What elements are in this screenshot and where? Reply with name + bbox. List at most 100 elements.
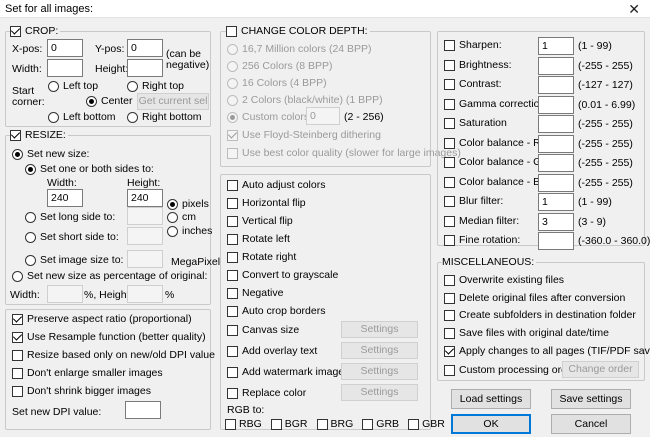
hflip-checkbox[interactable]: Horizontal flip [227,197,306,209]
crop-width-input[interactable] [47,59,83,77]
center-radio-dot[interactable] [86,95,97,107]
watermark-settings-button[interactable]: Settings [341,363,418,380]
long-side-input[interactable] [127,207,163,225]
autocrop-box[interactable] [227,305,238,317]
adjust-row-checkbox[interactable]: Sharpen: [444,39,502,51]
overlay-text-checkbox[interactable]: Add overlay text [227,345,317,357]
inches-radio-dot[interactable] [167,225,178,237]
ypos-input[interactable]: 0 [127,39,163,57]
adjust-row-checkbox[interactable]: Saturation [444,117,507,129]
set-long-side-radio-dot[interactable] [25,211,36,223]
bgr-box[interactable] [270,418,282,430]
replace-settings-button[interactable]: Settings [341,384,418,401]
adjust-row-checkbox[interactable]: Color balance - G: [444,156,544,168]
rbg-box[interactable] [225,418,236,430]
dont-enlarge-box[interactable] [12,367,23,379]
resize-width-input[interactable]: 240 [47,189,83,207]
canvas-size-box[interactable] [227,324,238,336]
auto-adjust-checkbox[interactable]: Auto adjust colors [227,179,325,191]
replace-color-box[interactable] [227,387,238,399]
grb-box[interactable] [362,418,374,430]
color-depth-checkbox[interactable] [226,26,237,37]
short-side-input[interactable] [127,227,163,245]
right-bottom-radio-dot[interactable] [127,111,138,123]
brg-box[interactable] [316,418,328,430]
c4-radio-dot[interactable] [227,77,238,89]
adjust-row-input[interactable] [538,57,574,75]
xpos-input[interactable]: 0 [47,39,83,57]
crop-checkbox[interactable] [10,26,21,37]
adjust-row-box[interactable] [444,137,455,149]
adjust-row-box[interactable] [444,234,455,246]
c24-radio-dot[interactable] [227,43,238,55]
pixels-radio-dot[interactable] [167,198,178,210]
autocrop-checkbox[interactable]: Auto crop borders [227,305,325,317]
percentage-radio-dot[interactable] [12,270,23,282]
vflip-box[interactable] [227,215,238,227]
c8-radio-dot[interactable] [227,60,238,72]
crop-height-input[interactable] [127,59,163,77]
resize-checkbox[interactable] [10,130,21,141]
negative-box[interactable] [227,287,238,299]
c24-radio[interactable]: 16,7 Million colors (24 BPP) [227,43,372,55]
pixels-radio[interactable]: pixels [167,198,209,210]
adjust-row-box[interactable] [444,117,455,129]
c8-radio[interactable]: 256 Colors (8 BPP) [227,60,332,72]
adjust-row-box[interactable] [444,39,455,51]
save-date-box[interactable] [444,327,455,339]
delete-original-checkbox[interactable]: Delete original files after conversion [444,292,625,304]
close-icon[interactable]: ✕ [628,0,640,18]
right-bottom-radio[interactable]: Right bottom [127,111,202,123]
best-quality-checkbox[interactable]: Use best color quality (slower for large… [227,147,461,159]
custom-colors-radio-dot[interactable] [227,111,238,123]
rotate-left-box[interactable] [227,233,238,245]
center-radio[interactable]: Center [86,95,133,107]
delete-original-box[interactable] [444,292,455,304]
floyd-box[interactable] [227,129,238,141]
set-new-size-radio-dot[interactable] [12,148,23,160]
overwrite-box[interactable] [444,274,455,286]
adjust-row-input[interactable] [538,76,574,94]
adjust-row-box[interactable] [444,59,455,71]
ok-button[interactable]: OK [451,414,531,434]
hflip-box[interactable] [227,197,238,209]
change-order-button[interactable]: Change order [562,361,639,378]
set-long-side-radio[interactable]: Set long side to: [25,211,115,223]
dont-shrink-checkbox[interactable]: Don't shrink bigger images [12,385,151,397]
rotate-right-checkbox[interactable]: Rotate right [227,251,296,263]
adjust-row-input[interactable] [538,232,574,250]
adjust-row-input[interactable] [538,115,574,133]
get-current-sel-button[interactable]: Get current sel [137,93,209,110]
adjust-row-box[interactable] [444,215,455,227]
set-one-or-both-radio[interactable]: Set one or both sides to: [25,163,154,175]
left-top-radio[interactable]: Left top [48,80,98,92]
subfolders-box[interactable] [444,309,455,321]
dpi-only-box[interactable] [12,349,23,361]
vflip-checkbox[interactable]: Vertical flip [227,215,293,227]
set-one-or-both-radio-dot[interactable] [25,163,36,175]
best-quality-box[interactable] [227,147,238,159]
left-bottom-radio[interactable]: Left bottom [48,111,116,123]
canvas-size-checkbox[interactable]: Canvas size [227,324,299,336]
dont-shrink-box[interactable] [12,385,23,397]
cancel-button[interactable]: Cancel [551,414,631,434]
canvas-settings-button[interactable]: Settings [341,321,418,338]
adjust-row-input[interactable]: 3 [538,213,574,231]
set-new-size-radio[interactable]: Set new size: [12,148,89,160]
c1-radio[interactable]: 2 Colors (black/white) (1 BPP) [227,94,383,106]
left-top-radio-dot[interactable] [48,80,59,92]
dpi-only-checkbox[interactable]: Resize based only on new/old DPI value [12,349,215,361]
adjust-row-input[interactable] [538,96,574,114]
apply-all-pages-checkbox[interactable]: Apply changes to all pages (TIF/PDF savi… [444,345,650,357]
pct-height-input[interactable] [127,285,163,303]
resize-header[interactable]: RESIZE: [10,129,68,142]
cm-radio[interactable]: cm [167,211,196,223]
gbr-box[interactable] [408,418,420,430]
apply-all-pages-box[interactable] [444,345,455,357]
set-short-side-radio-dot[interactable] [25,231,36,243]
adjust-row-input[interactable]: 1 [538,193,574,211]
c4-radio[interactable]: 16 Colors (4 BPP) [227,77,327,89]
set-image-size-radio-dot[interactable] [25,254,36,266]
rotate-left-checkbox[interactable]: Rotate left [227,233,290,245]
adjust-row-checkbox[interactable]: Brightness: [444,59,512,71]
